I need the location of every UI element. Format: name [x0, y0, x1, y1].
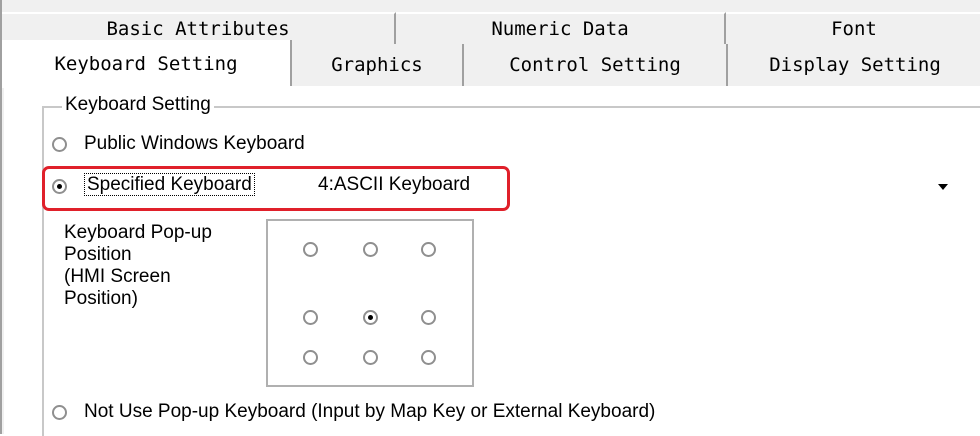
position-middle-right-radio[interactable]: [421, 310, 436, 325]
position-middle-left-radio[interactable]: [303, 310, 318, 325]
position-top-center-radio[interactable]: [363, 242, 378, 257]
position-bottom-center-radio[interactable]: [363, 350, 378, 365]
position-top-right-radio[interactable]: [421, 242, 436, 257]
tab-font[interactable]: Font: [726, 12, 980, 44]
no-popup-keyboard-radio[interactable]: [52, 405, 67, 420]
tab-keyboard-setting[interactable]: Keyboard Setting: [2, 40, 292, 88]
tab-numeric-data[interactable]: Numeric Data: [396, 12, 726, 44]
popup-position-label: Keyboard Pop-up Position (HMI Screen Pos…: [64, 222, 212, 310]
no-popup-keyboard-label[interactable]: Not Use Pop-up Keyboard (Input by Map Ke…: [84, 401, 655, 423]
popup-position-label-line-4: Position): [64, 288, 138, 309]
popup-position-label-line-2: Position: [64, 244, 132, 265]
tab-graphics[interactable]: Graphics: [292, 44, 464, 86]
public-keyboard-label[interactable]: Public Windows Keyboard: [84, 133, 305, 155]
tab-display-setting[interactable]: Display Setting: [728, 44, 980, 86]
position-bottom-left-radio[interactable]: [303, 350, 318, 365]
position-top-left-radio[interactable]: [303, 242, 318, 257]
popup-position-label-line-1: Keyboard Pop-up: [64, 222, 212, 243]
annotation-highlight: [42, 166, 510, 211]
group-title: Keyboard Setting: [62, 94, 214, 116]
position-bottom-right-radio[interactable]: [421, 350, 436, 365]
popup-position-label-line-3: (HMI Screen: [64, 266, 171, 287]
dialog-frame: Basic Attributes Numeric Data Font Keybo…: [0, 0, 980, 436]
position-middle-center-radio[interactable]: [363, 310, 378, 325]
tab-control-setting[interactable]: Control Setting: [464, 44, 728, 86]
public-keyboard-radio[interactable]: [52, 137, 67, 152]
chevron-down-icon[interactable]: [938, 184, 948, 190]
